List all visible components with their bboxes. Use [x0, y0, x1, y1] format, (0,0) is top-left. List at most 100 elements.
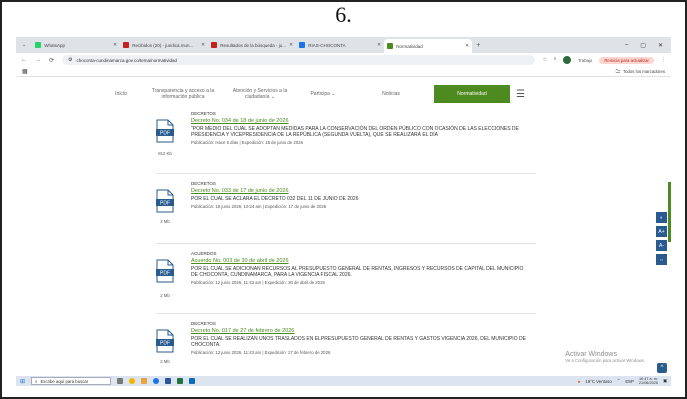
- document-entry: PDF 2 Mb ACUERDOS Acuerdo No. 003 de 30 de …: [156, 251, 536, 311]
- maximize-button[interactable]: ▢: [640, 42, 646, 49]
- decrease-font-button[interactable]: A-: [656, 240, 667, 251]
- browser-tab-1[interactable]: Recibidos (20) - juridica.mun... ✕: [120, 39, 208, 52]
- file-size: 812 Kb: [158, 151, 172, 156]
- minimize-button[interactable]: –: [625, 42, 628, 49]
- url-input[interactable]: ⚙ choconta-cundinamarca.gov.co/tema/norm…: [62, 55, 535, 65]
- pdf-file-icon[interactable]: PDF: [156, 189, 174, 213]
- entry-meta: Publicación: 18 junio 2026, 10:24 am | E…: [191, 204, 327, 209]
- toolbar-right: ☆ ⭳ Trabajo Reinicia para actualizar ⋮: [543, 56, 666, 64]
- nav-item-noticias[interactable]: Noticias: [348, 91, 434, 97]
- increase-font-button[interactable]: A+: [656, 226, 667, 237]
- entry-text: DECRETOS Decreto No. 017 de 27 de febrero…: [191, 321, 531, 355]
- windows-taskbar: ⊞ ⌕ Escribe aquí para buscar ● 19°C Vent…: [16, 376, 671, 386]
- entry-category: DECRETOS: [191, 181, 216, 186]
- file-size: 2 Mb: [160, 219, 170, 224]
- pdf-label: PDF: [160, 271, 170, 277]
- entry-meta: Publicación: 12 junio 2026, 11:43 am | E…: [191, 280, 325, 285]
- nav-item-transparencia[interactable]: Transparencia y acceso a la información …: [144, 88, 222, 100]
- edge-icon[interactable]: [153, 378, 160, 384]
- tab-label: Normatividad: [396, 43, 423, 49]
- browser-tab-4[interactable]: Normatividad ✕: [384, 39, 473, 53]
- browser-tab-2[interactable]: Resultados de la búsqueda - ju... ✕: [208, 39, 296, 52]
- nav-item-normatividad[interactable]: Normatividad: [434, 85, 510, 103]
- entry-description: POR EL CUAL SE ADICIONAN RECURSOS AL PRE…: [191, 266, 524, 278]
- hamburger-menu-icon[interactable]: ☰: [516, 89, 525, 100]
- weather-text[interactable]: 19°C Ventoso: [585, 379, 611, 384]
- close-tab-icon[interactable]: ✕: [201, 42, 205, 48]
- url-text: choconta-cundinamarca.gov.co/tema/normat…: [76, 57, 177, 63]
- nav-item-inicio[interactable]: Inicio: [98, 91, 144, 97]
- avatar[interactable]: [562, 56, 571, 64]
- notification-icon[interactable]: ▣: [663, 378, 667, 384]
- browser-screenshot: ⌄ WhatsApp ✕ Recibidos (20) - juridica.mun…: [16, 37, 671, 386]
- download-icon[interactable]: ⭳: [554, 56, 556, 64]
- pdf-label: PDF: [160, 341, 170, 347]
- back-button[interactable]: ←: [21, 57, 27, 63]
- menu-dots-icon[interactable]: ⋮: [661, 57, 666, 63]
- pdf-label: PDF: [160, 131, 170, 137]
- entry-title-link[interactable]: Acuerdo No. 003 de 30 de abril de 2026: [191, 258, 531, 264]
- profile-label[interactable]: Trabajo: [578, 58, 592, 63]
- entry-meta: Publicación: Hace 6 días | Expedición: 1…: [191, 140, 303, 145]
- entry-description: POR EL CUAL SE ACLARA EL DECRETO 032 DEL…: [191, 196, 359, 202]
- browser-tab-3[interactable]: RIAS-CHOCONTA ✕: [296, 39, 384, 52]
- tab-label: Recibidos (20) - juridica.mun...: [132, 42, 194, 48]
- outlook-icon[interactable]: [189, 378, 196, 384]
- pdf-file-icon[interactable]: PDF: [156, 119, 174, 143]
- search-icon: ⌕: [35, 378, 38, 384]
- entry-title-link[interactable]: Decreto No. 034 de 18 de junio de 2026: [191, 118, 531, 124]
- excel-icon[interactable]: [177, 378, 184, 384]
- document-entry: PDF 2 Mb DECRETOS Decreto No. 017 de 27 de …: [156, 321, 536, 381]
- reload-button[interactable]: ⟳: [49, 57, 54, 64]
- close-tab-icon[interactable]: ✕: [289, 42, 293, 48]
- pdf-file-icon[interactable]: PDF: [156, 259, 174, 283]
- tab-label: Resultados de la búsqueda - ju...: [220, 42, 286, 48]
- page-number: 6.: [335, 2, 352, 27]
- explorer-icon[interactable]: [141, 378, 148, 384]
- system-tray: ● 19°C Ventoso ⌃ ESP 10:47 a. m. 21/06/2…: [578, 377, 667, 386]
- chrome-icon[interactable]: [129, 378, 136, 384]
- entry-category: DECRETOS: [191, 111, 216, 116]
- entry-title-link[interactable]: Decreto No. 017 de 27 de febrero de 2026: [191, 328, 531, 334]
- update-button[interactable]: Reinicia para actualizar: [599, 56, 654, 64]
- lang-indicator[interactable]: ESP: [625, 379, 634, 384]
- document-entry: PDF 812 Kb DECRETOS Decreto No. 034 de 18 d…: [156, 111, 536, 171]
- scroll-top-button[interactable]: ^: [657, 363, 667, 373]
- folder-icon: 🗀: [615, 68, 620, 74]
- tab-search-icon[interactable]: ⌄: [16, 42, 32, 48]
- entry-meta: Publicación: 12 junio 2026, 11:43 am | E…: [191, 350, 331, 355]
- close-tab-icon[interactable]: ✕: [465, 43, 469, 49]
- entry-title-link[interactable]: Decreto No. 033 de 17 de junio de 2026: [191, 188, 531, 194]
- clock[interactable]: 10:47 a. m. 21/06/2026: [639, 377, 658, 386]
- entry-separator: [156, 313, 536, 314]
- close-window-button[interactable]: ✕: [658, 42, 663, 49]
- entry-text: DECRETOS Decreto No. 034 de 18 de junio d…: [191, 111, 531, 145]
- word-icon[interactable]: [165, 378, 172, 384]
- browser-tab-0[interactable]: WhatsApp ✕: [32, 39, 120, 52]
- network-icon[interactable]: ⌃: [617, 378, 621, 384]
- new-tab-button[interactable]: +: [476, 42, 480, 49]
- contrast-button[interactable]: ◐: [656, 212, 667, 223]
- bookmarks-bar: ▦ 🗀 Todos los marcadores: [16, 67, 671, 77]
- taskbar-search-input[interactable]: ⌕ Escribe aquí para buscar: [31, 377, 112, 385]
- star-icon[interactable]: ☆: [543, 57, 547, 63]
- close-tab-icon[interactable]: ✕: [377, 42, 381, 48]
- pdf-file-icon[interactable]: PDF: [156, 329, 174, 353]
- entry-separator: [156, 173, 536, 174]
- accessibility-toolbar: ◐ A+ A- ⇔: [656, 212, 667, 265]
- accent-strip: [668, 182, 671, 242]
- tab-bar: ⌄ WhatsApp ✕ Recibidos (20) - juridica.mun…: [16, 37, 671, 53]
- relief-button[interactable]: ⇔: [656, 254, 667, 265]
- forward-button[interactable]: →: [35, 57, 41, 63]
- address-bar-row: ← → ⟳ ⚙ choconta-cundinamarca.gov.co/tem…: [16, 53, 671, 67]
- windows-start-icon[interactable]: ⊞: [20, 378, 25, 385]
- task-view-icon[interactable]: [117, 378, 124, 384]
- close-tab-icon[interactable]: ✕: [113, 42, 117, 48]
- document-entry: PDF 2 Mb DECRETOS Decreto No. 033 de 17 de …: [156, 181, 536, 241]
- tab-favicon-icon: [211, 42, 218, 48]
- nav-item-participa[interactable]: Participa ⌄: [298, 91, 348, 97]
- all-bookmarks[interactable]: 🗀 Todos los marcadores: [616, 68, 665, 76]
- nav-item-atencion[interactable]: Atención y Servicios a la ciudadanía ⌄: [222, 88, 298, 100]
- apps-icon[interactable]: ▦: [22, 68, 28, 75]
- site-info-icon[interactable]: ⚙: [68, 57, 72, 63]
